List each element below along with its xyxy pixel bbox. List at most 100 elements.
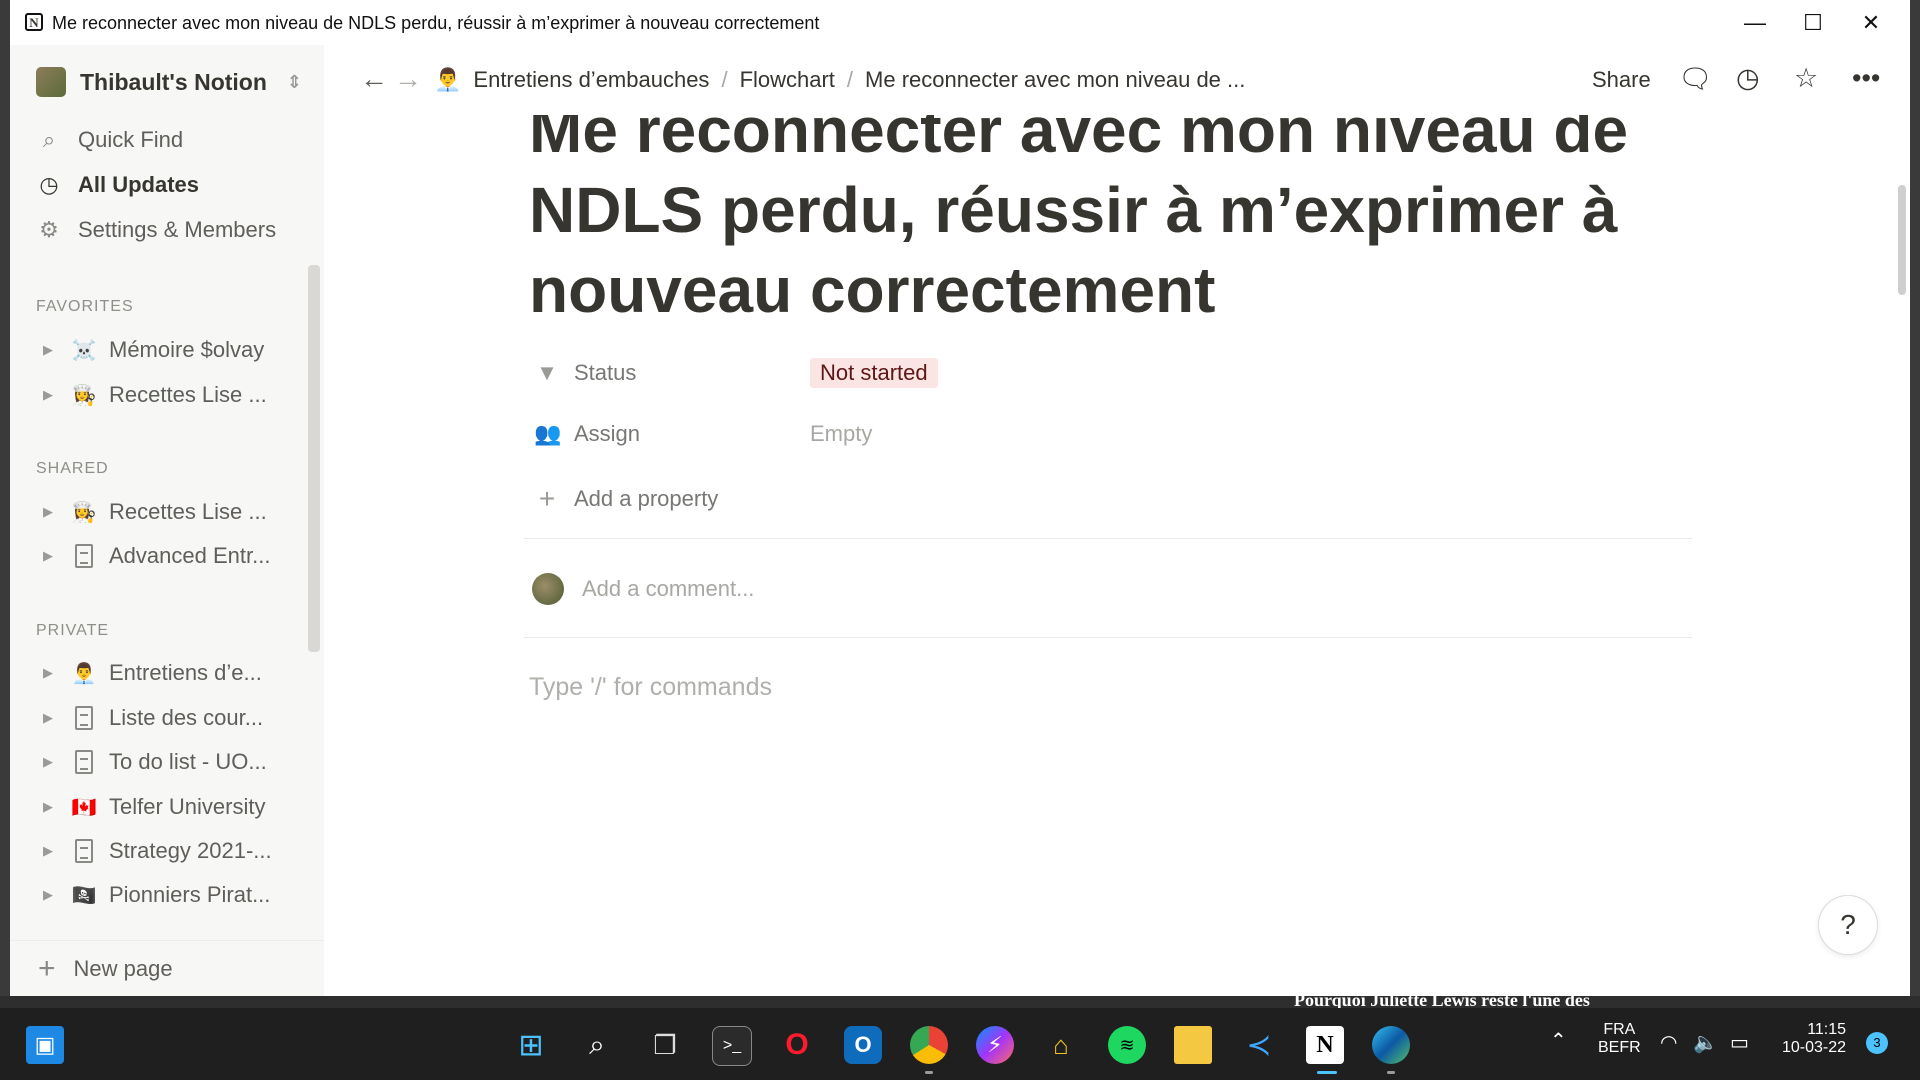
terminal-icon[interactable]: >_: [712, 1026, 752, 1066]
notion-icon[interactable]: N: [1306, 1026, 1344, 1064]
sidebar-item-liste-des-cours[interactable]: ▶ Liste des cour...: [43, 705, 263, 731]
main-scrollbar[interactable]: [1898, 185, 1906, 295]
expand-triangle-icon[interactable]: ▶: [43, 342, 61, 358]
more-options-icon[interactable]: •••: [1852, 63, 1880, 94]
battery-icon[interactable]: ▭: [1730, 1030, 1749, 1055]
spotify-icon[interactable]: ≋: [1108, 1026, 1146, 1064]
window-title: Me reconnecter avec mon niveau de NDLS p…: [52, 13, 820, 33]
file-explorer-icon[interactable]: [1174, 1026, 1212, 1064]
breadcrumb-item-current[interactable]: Me reconnecter avec mon niveau de ...: [865, 67, 1245, 93]
expand-triangle-icon[interactable]: ▶: [43, 504, 61, 520]
comment-icon[interactable]: 🗨: [1678, 63, 1712, 95]
settings-members-button[interactable]: ⚙ Settings & Members: [36, 217, 276, 243]
workspace-avatar: [36, 67, 66, 97]
command-hint-text[interactable]: Type '/' for commands: [529, 673, 772, 702]
windows-start-icon[interactable]: ⊞: [512, 1026, 550, 1064]
property-name-status[interactable]: Status: [574, 360, 810, 386]
running-indicator: [1387, 1071, 1395, 1074]
quick-find-label: Quick Find: [78, 127, 184, 152]
page-title[interactable]: Me reconnecter avec mon niveau de NDLS p…: [529, 90, 1729, 330]
favorites-header[interactable]: FAVORITES: [36, 298, 134, 316]
help-button[interactable]: ?: [1818, 895, 1878, 955]
property-name-assign[interactable]: Assign: [574, 421, 810, 447]
wifi-icon[interactable]: ◠: [1660, 1030, 1677, 1055]
property-assign[interactable]: 👥 Assign Empty: [534, 421, 872, 447]
office-worker-icon: 👨‍💼: [71, 662, 97, 685]
breadcrumb-item-flowchart[interactable]: Flowchart: [740, 67, 835, 93]
clock[interactable]: 11:15 10-03-22: [1782, 1021, 1846, 1057]
chevron-up-icon[interactable]: ⌃: [1550, 1028, 1567, 1053]
share-button[interactable]: Share: [1592, 67, 1651, 93]
edge-icon[interactable]: [1372, 1026, 1410, 1064]
chevron-up-down-icon: ⇕: [286, 71, 302, 92]
vscode-icon[interactable]: ≺: [1240, 1026, 1278, 1064]
messenger-icon[interactable]: ⚡: [976, 1026, 1014, 1064]
breadcrumb-separator: /: [846, 67, 854, 92]
canada-flag-icon: 🇨🇦: [71, 796, 97, 819]
opera-icon[interactable]: O: [778, 1026, 816, 1064]
new-page-button[interactable]: + New page: [10, 940, 324, 996]
breadcrumb-separator: /: [721, 67, 728, 92]
back-arrow-icon[interactable]: ←: [360, 63, 388, 95]
comment-placeholder: Add a comment...: [582, 576, 755, 601]
comment-input[interactable]: Add a comment...: [532, 573, 754, 605]
expand-triangle-icon[interactable]: ▶: [43, 665, 61, 681]
sidebar-item-to-do-list[interactable]: ▶ To do list - UO...: [43, 749, 267, 775]
plus-icon: +: [38, 951, 56, 985]
maximize-button[interactable]: ☐: [1784, 0, 1842, 45]
sidebar-item-label: Advanced Entr...: [109, 543, 271, 568]
forward-arrow-icon[interactable]: →: [394, 63, 422, 95]
search-icon[interactable]: ⌕: [578, 1026, 616, 1064]
expand-triangle-icon[interactable]: ▶: [43, 710, 61, 726]
breadcrumb-item-entretiens[interactable]: Entretiens d’embauches: [473, 67, 709, 93]
expand-triangle-icon[interactable]: ▶: [43, 548, 61, 564]
task-view-icon[interactable]: ❐: [646, 1026, 684, 1064]
star-icon[interactable]: ☆: [1794, 63, 1818, 94]
close-button[interactable]: ✕: [1842, 0, 1900, 45]
sidebar-item-label: Mémoire $olvay: [109, 337, 265, 362]
sidebar-item-advanced-entr[interactable]: ▶ Advanced Entr...: [43, 543, 270, 569]
title-bar: N Me reconnecter avec mon niveau de NDLS…: [10, 0, 1910, 46]
all-updates-button[interactable]: ◷ All Updates: [36, 172, 199, 198]
sidebar-item-label: To do list - UO...: [109, 749, 267, 774]
cook-icon: 👩‍🍳: [71, 384, 97, 407]
private-header[interactable]: PRIVATE: [36, 622, 109, 640]
plus-icon: +: [538, 483, 556, 514]
sidebar-item-telfer-university[interactable]: ▶ 🇨🇦 Telfer University: [43, 794, 265, 820]
sidebar-item-pionniers-pirates[interactable]: ▶ 🏴‍☠️ Pionniers Pirat...: [43, 882, 270, 908]
sidebar-item-strategy[interactable]: ▶ Strategy 2021-...: [43, 838, 272, 864]
shared-header[interactable]: SHARED: [36, 460, 109, 478]
expand-triangle-icon[interactable]: ▶: [43, 799, 61, 815]
notification-badge[interactable]: 3: [1866, 1032, 1888, 1054]
divider: [524, 538, 1692, 539]
expand-triangle-icon[interactable]: ▶: [43, 887, 61, 903]
background-window: [0, 996, 1920, 1008]
outlook-icon[interactable]: O: [844, 1026, 882, 1064]
volume-icon[interactable]: 🔈: [1693, 1030, 1718, 1055]
minimize-button[interactable]: —: [1726, 0, 1784, 45]
sidebar-scrollbar[interactable]: [308, 265, 320, 652]
sidebar-item-recettes-lise[interactable]: ▶ 👩‍🍳 Recettes Lise ...: [43, 382, 267, 408]
chrome-icon[interactable]: [910, 1026, 948, 1064]
history-clock-icon[interactable]: ◷: [1736, 63, 1760, 94]
add-property-label: Add a property: [574, 486, 719, 511]
assign-value[interactable]: Empty: [810, 421, 872, 447]
widgets-icon[interactable]: ▣: [26, 1026, 64, 1064]
expand-triangle-icon[interactable]: ▶: [43, 843, 61, 859]
workspace-switcher[interactable]: Thibault's Notion ⇕: [36, 67, 302, 97]
expand-triangle-icon[interactable]: ▶: [43, 387, 61, 403]
sidebar-item-recettes-lise-shared[interactable]: ▶ 👩‍🍳 Recettes Lise ...: [43, 499, 267, 525]
language-indicator[interactable]: FRA BEFR: [1598, 1021, 1641, 1057]
expand-triangle-icon[interactable]: ▶: [43, 754, 61, 770]
sidebar-item-label: Entretiens d’e...: [109, 660, 262, 685]
page-content: ← → 👨‍💼 Entretiens d’embauches / Flowcha…: [324, 45, 1910, 996]
sidebar-item-memoire-solvay[interactable]: ▶ ☠️ Mémoire $olvay: [43, 337, 264, 363]
page-icon: [69, 749, 99, 775]
status-badge[interactable]: Not started: [810, 358, 938, 388]
running-indicator: [925, 1071, 933, 1074]
vpn-house-icon[interactable]: ⌂: [1042, 1026, 1080, 1064]
property-status[interactable]: ▼ Status Not started: [534, 358, 938, 388]
sidebar-item-entretiens[interactable]: ▶ 👨‍💼 Entretiens d’e...: [43, 660, 262, 686]
quick-find-button[interactable]: ⌕ Quick Find: [36, 127, 183, 153]
add-property-button[interactable]: + Add a property: [534, 483, 719, 515]
